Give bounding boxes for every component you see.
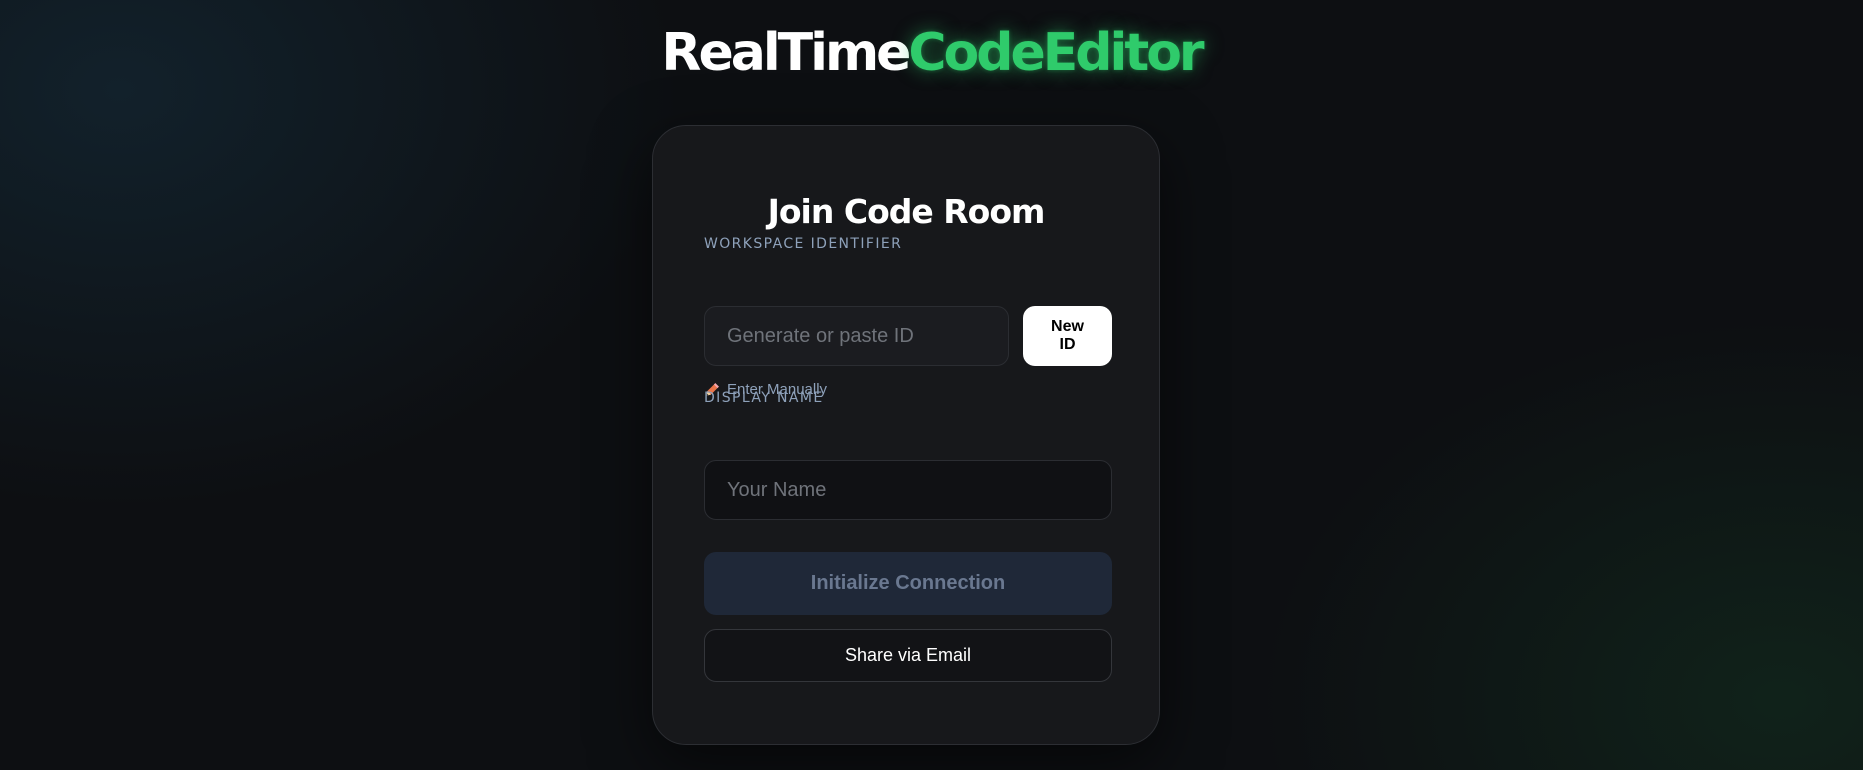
share-via-email-button[interactable]: Share via Email [704, 629, 1112, 682]
room-id-input[interactable] [704, 306, 1009, 366]
app-logo: RealTimeCodeEditor [0, 18, 1863, 88]
card-title: Join Code Room [767, 192, 1046, 231]
logo-text-codeeditor: CodeEditor [908, 23, 1204, 83]
join-room-card: Join Code Room WORKSPACE IDENTIFIER New … [652, 125, 1160, 745]
logo-text-realtime: RealTime [661, 23, 911, 83]
display-name-input[interactable] [704, 460, 1112, 520]
new-id-button[interactable]: New ID [1023, 306, 1112, 366]
initialize-connection-button[interactable]: Initialize Connection [704, 552, 1112, 615]
room-id-label: WORKSPACE IDENTIFIER [704, 236, 903, 252]
display-name-label: DISPLAY NAME [704, 390, 824, 406]
